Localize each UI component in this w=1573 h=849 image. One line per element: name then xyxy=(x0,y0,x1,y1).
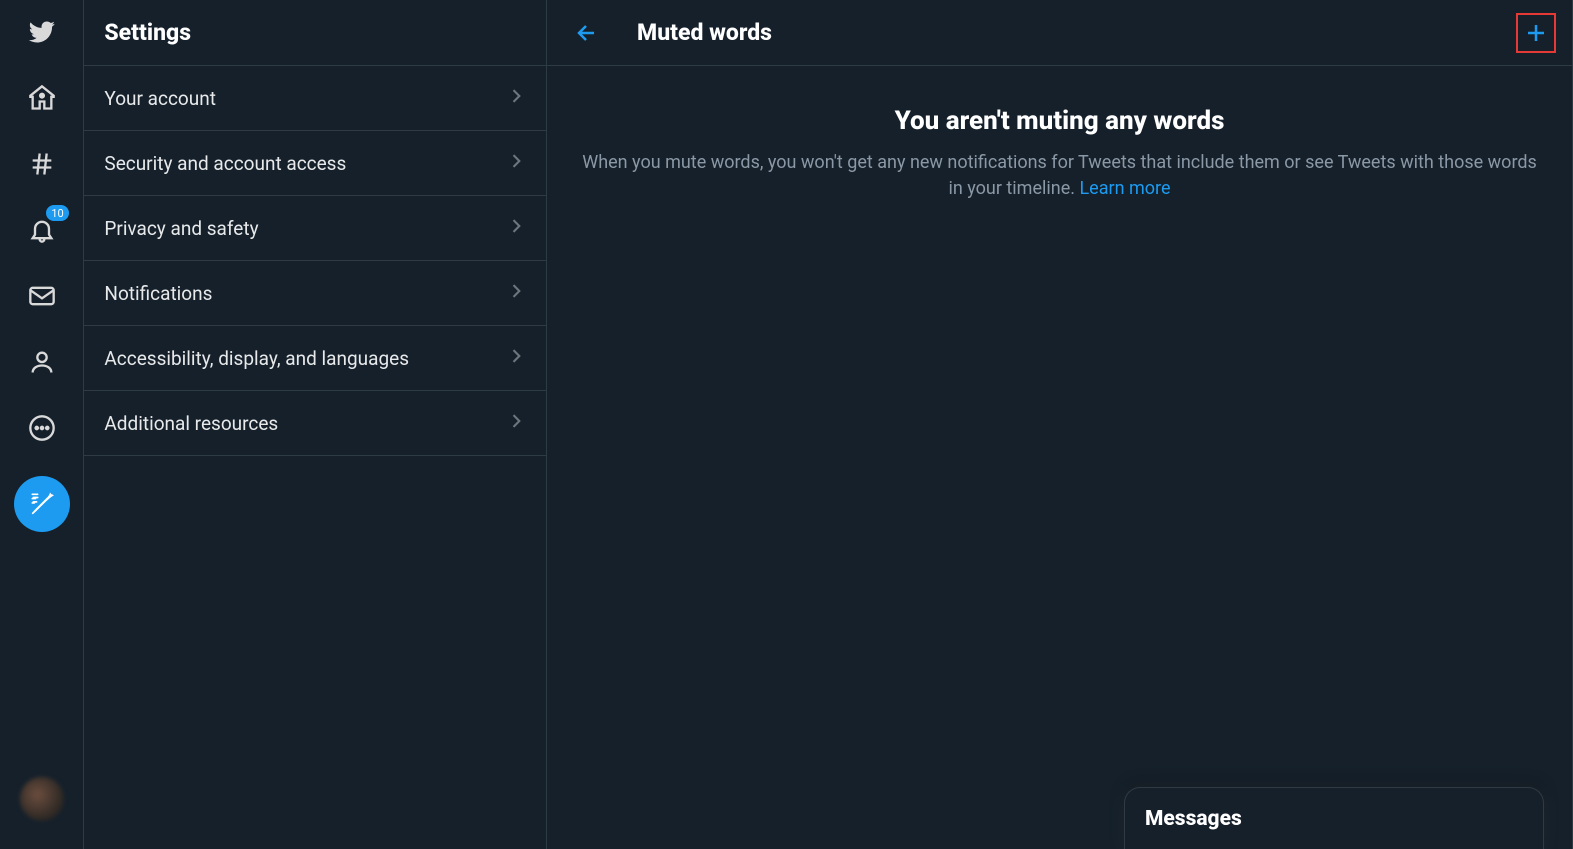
settings-item-additional[interactable]: Additional resources xyxy=(84,391,546,456)
settings-item-label: Security and account access xyxy=(104,152,346,175)
settings-item-accessibility[interactable]: Accessibility, display, and languages xyxy=(84,326,546,391)
settings-item-your-account[interactable]: Your account xyxy=(84,66,546,131)
nav-profile[interactable] xyxy=(16,336,68,388)
settings-item-label: Accessibility, display, and languages xyxy=(104,347,409,370)
account-avatar[interactable] xyxy=(20,777,64,821)
empty-state-heading: You aren't muting any words xyxy=(577,106,1542,136)
settings-column: Settings Your account Security and accou… xyxy=(84,0,547,849)
settings-item-label: Notifications xyxy=(104,282,212,305)
nav-explore[interactable] xyxy=(16,138,68,190)
chevron-right-icon xyxy=(506,281,526,305)
nav-messages[interactable] xyxy=(16,270,68,322)
chevron-right-icon xyxy=(506,346,526,370)
chevron-right-icon xyxy=(506,86,526,110)
notifications-badge: 10 xyxy=(45,204,69,222)
messages-dock-title: Messages xyxy=(1145,807,1242,831)
settings-item-privacy[interactable]: Privacy and safety xyxy=(84,196,546,261)
twitter-logo[interactable] xyxy=(16,6,68,58)
nav-more[interactable] xyxy=(16,402,68,454)
settings-item-notifications[interactable]: Notifications xyxy=(84,261,546,326)
empty-state-body: When you mute words, you won't get any n… xyxy=(577,150,1542,202)
empty-state: You aren't muting any words When you mut… xyxy=(547,66,1572,202)
chevron-right-icon xyxy=(506,151,526,175)
nav-notifications[interactable]: 10 xyxy=(16,204,68,256)
chevron-right-icon xyxy=(506,216,526,240)
chevron-right-icon xyxy=(506,411,526,435)
learn-more-link[interactable]: Learn more xyxy=(1079,178,1170,199)
settings-header: Settings xyxy=(84,0,546,66)
detail-title: Muted words xyxy=(637,19,1516,46)
compose-tweet-button[interactable] xyxy=(14,476,70,532)
back-button[interactable] xyxy=(567,13,607,53)
add-muted-word-button[interactable] xyxy=(1516,13,1556,53)
settings-item-label: Privacy and safety xyxy=(104,217,258,240)
settings-item-label: Your account xyxy=(104,87,216,110)
settings-title: Settings xyxy=(104,19,191,46)
nav-home[interactable] xyxy=(16,72,68,124)
detail-column: Muted words You aren't muting any words … xyxy=(547,0,1573,849)
settings-item-security[interactable]: Security and account access xyxy=(84,131,546,196)
settings-item-label: Additional resources xyxy=(104,412,278,435)
empty-state-text: When you mute words, you won't get any n… xyxy=(582,152,1537,199)
messages-dock[interactable]: Messages xyxy=(1124,787,1544,849)
nav-rail: 10 xyxy=(0,0,84,849)
detail-header: Muted words xyxy=(547,0,1572,66)
settings-list: Your account Security and account access… xyxy=(84,66,546,456)
